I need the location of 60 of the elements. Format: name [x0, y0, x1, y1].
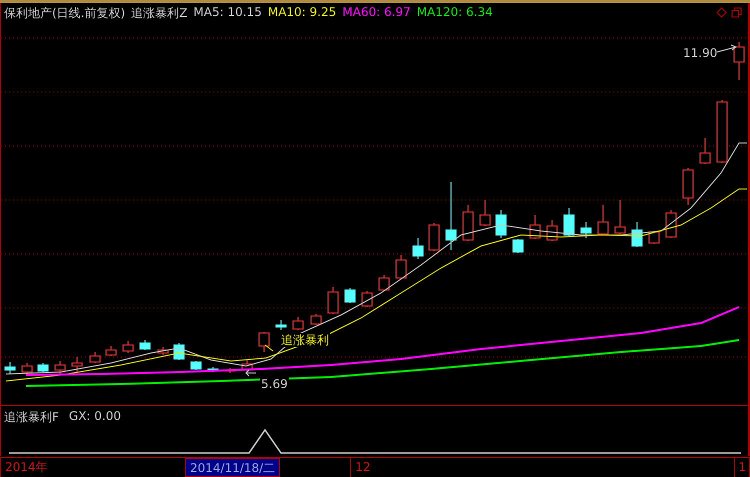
candlestick: [716, 100, 728, 164]
moving-average-label: MA60: 6.97: [342, 5, 411, 21]
candlestick: [276, 320, 286, 330]
candlestick: [4, 362, 16, 374]
date-label: 12: [350, 458, 734, 477]
candlestick: [700, 138, 710, 164]
candlestick: [648, 230, 660, 244]
moving-average-label: MA10: 9.25: [268, 5, 336, 21]
candlestick: [292, 316, 304, 330]
candlestick: [362, 290, 372, 308]
candlestick: [632, 222, 642, 248]
candlestick: [564, 208, 574, 236]
candlestick: [72, 356, 82, 372]
candlestick: [90, 352, 100, 364]
candlestick: [140, 340, 150, 350]
candlestick: [580, 222, 592, 238]
restore-window-icon[interactable]: [731, 7, 742, 18]
candlestick: [54, 360, 66, 374]
diamond-icon[interactable]: [716, 7, 727, 18]
candlestick: [158, 346, 168, 356]
candlestick: [258, 332, 270, 352]
candlestick: [310, 314, 322, 326]
date-label: 2014/11/18/二: [185, 458, 280, 477]
candlestick: [344, 288, 356, 304]
candlestick: [480, 200, 490, 226]
candlestick: [328, 286, 338, 314]
candlestick: [106, 346, 116, 356]
candlestick: [22, 362, 32, 376]
candlestick: [530, 214, 540, 240]
candlestick: [428, 222, 440, 252]
candlestick: [512, 238, 524, 254]
candlestick: [190, 360, 202, 370]
candlestick: [446, 182, 456, 250]
candlestick: [412, 238, 424, 260]
chart-title: 保利地产(日线.前复权): [4, 5, 126, 22]
arrow-icon: [245, 370, 256, 376]
moving-average-label: MA5: 10.15: [193, 5, 262, 21]
candlestick: [378, 274, 390, 292]
candlestick: [546, 220, 558, 242]
indicator-value: GX: 0.00: [68, 409, 122, 425]
candlestick: [666, 210, 676, 238]
candlestick: [122, 340, 134, 354]
moving-average-label: MA120: 6.34: [416, 5, 493, 21]
candlestick: [598, 204, 608, 236]
indicator-name: 追涨暴利F: [4, 409, 59, 426]
date-label: 1: [734, 458, 749, 477]
signal-label: 追涨暴利: [280, 333, 330, 347]
candlestick: [682, 168, 694, 206]
candlestick: [396, 254, 406, 280]
price-label: 11.90: [683, 46, 718, 60]
candlestick: [496, 210, 506, 238]
candlestick: [734, 42, 744, 80]
candlestick: [208, 366, 218, 372]
candlestick: [614, 200, 626, 234]
indicator-name: 追涨暴利Z: [131, 5, 188, 22]
arrow-icon: [716, 44, 738, 52]
candlestick: [242, 360, 252, 374]
candlestick: [462, 204, 474, 242]
price-label: 5.69: [260, 377, 289, 391]
candlestick: [38, 362, 48, 372]
